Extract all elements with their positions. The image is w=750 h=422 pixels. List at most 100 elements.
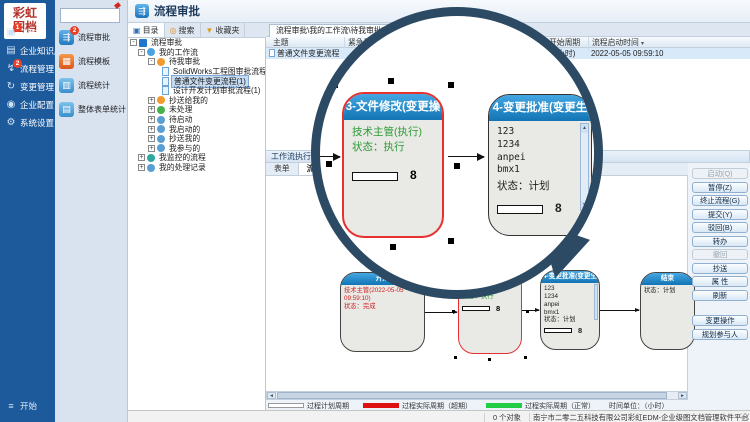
column-subject[interactable]: 主题 bbox=[270, 37, 289, 48]
folder-icon bbox=[157, 135, 165, 143]
start-button[interactable]: ≡ 开始 bbox=[0, 400, 55, 412]
module-item-approval[interactable]: ⇶2 流程审批 bbox=[59, 27, 127, 47]
folder-icon bbox=[147, 164, 155, 172]
folder-icon bbox=[157, 96, 165, 104]
magnified-node-file-modify[interactable]: 3-文件修改(变更操 技术主管(执行) 状态：执行 8 bbox=[342, 92, 444, 238]
node-status: 状态：计划 bbox=[644, 287, 691, 295]
terminate-flow-button[interactable]: 终止流程(G) bbox=[692, 195, 748, 206]
expand-icon[interactable]: + bbox=[148, 106, 155, 113]
resize-grip-icon[interactable] bbox=[741, 413, 749, 421]
expand-icon[interactable]: + bbox=[138, 154, 145, 161]
search-icon: ◎ bbox=[170, 26, 177, 35]
withdraw-button[interactable]: 撤回 bbox=[692, 249, 748, 260]
selection-handle[interactable] bbox=[448, 82, 454, 88]
node-end[interactable]: 结束 状态：计划 bbox=[640, 272, 695, 350]
selection-handle[interactable] bbox=[526, 310, 529, 313]
collapse-icon[interactable]: - bbox=[130, 39, 137, 46]
expand-icon[interactable]: + bbox=[148, 126, 155, 133]
tab-directory[interactable]: ▣目录 bbox=[128, 23, 165, 37]
start-icon: ≡ bbox=[5, 400, 17, 412]
selection-handle[interactable] bbox=[454, 163, 460, 169]
column-start-time[interactable]: 流程启动时间 ▾ bbox=[588, 37, 644, 50]
workbench-icon: ▣1 bbox=[5, 27, 17, 39]
tree-item-cc-to-me[interactable]: + 抄送给我的 bbox=[128, 96, 265, 106]
badge: 1 bbox=[13, 23, 22, 32]
scroll-up-icon[interactable]: ▲ bbox=[581, 124, 588, 133]
node-status: 状态：执行 bbox=[352, 140, 434, 155]
node-assignee: 技术主管(执行) bbox=[352, 125, 434, 140]
expand-icon[interactable]: + bbox=[148, 135, 155, 142]
module-item-form-stats[interactable]: ▤ 整体表单统计 bbox=[59, 99, 127, 119]
sidebar-item-knowledge[interactable]: ▤ 企业知识库 bbox=[0, 42, 55, 59]
node-count: 8 bbox=[578, 326, 582, 335]
folder-icon bbox=[157, 144, 165, 152]
selection-handle[interactable] bbox=[454, 356, 457, 359]
collapse-icon[interactable]: - bbox=[148, 58, 155, 65]
magnified-node-change-approve[interactable]: 4-变更批准(变更生 123 1234 anpei bmx1 状态：计划 8 ▲… bbox=[488, 94, 592, 236]
status-company-text: 南宁市二零二五科技有限公司彩虹EDM-企业级图文档管理软件平台 当前用户:技术主… bbox=[533, 413, 750, 422]
selection-handle[interactable] bbox=[488, 358, 491, 361]
progress-bar bbox=[497, 205, 543, 214]
tab-favorites[interactable]: ▼收藏夹 bbox=[201, 23, 246, 37]
tree-item-my-records[interactable]: + 我的处理记录 bbox=[128, 163, 265, 173]
collapse-icon[interactable]: - bbox=[138, 49, 145, 56]
selection-handle[interactable] bbox=[452, 310, 455, 313]
workflow-icon bbox=[147, 48, 155, 56]
legend-overdue-swatch bbox=[363, 403, 399, 408]
sidebar-item-workbench[interactable]: ▣1 工作台 bbox=[0, 24, 55, 41]
sidebar-item-config[interactable]: ◉ 企业配置 bbox=[0, 96, 55, 113]
selection-handle[interactable] bbox=[390, 244, 396, 250]
tab-form[interactable]: 表单 bbox=[266, 163, 299, 175]
change-operation-button[interactable]: 变更操作 bbox=[692, 315, 748, 326]
plan-participants-button[interactable]: 规划参与人 bbox=[692, 329, 748, 340]
start-flow-button[interactable]: 启动(Q) bbox=[692, 168, 748, 179]
node-scrollbar[interactable] bbox=[594, 284, 598, 320]
expand-icon[interactable]: + bbox=[138, 164, 145, 171]
selection-handle[interactable] bbox=[448, 238, 454, 244]
sort-desc-icon: ▾ bbox=[641, 41, 644, 47]
connector-arrow bbox=[600, 310, 639, 311]
badge: 2 bbox=[70, 26, 79, 35]
selection-handle[interactable] bbox=[332, 82, 338, 88]
transfer-button[interactable]: 转办 bbox=[692, 236, 748, 247]
scroll-down-icon[interactable]: ▼ bbox=[581, 201, 588, 210]
root-icon bbox=[139, 39, 147, 47]
submit-button[interactable]: 提交(Y) bbox=[692, 209, 748, 220]
process-tree: - 流程审批 - 我的工作流 - 待我审批 SolidWorks工程图审批流程(… bbox=[128, 38, 266, 410]
refresh-button[interactable]: 刷新 bbox=[692, 290, 748, 301]
horizontal-scrollbar[interactable]: ◄ ► bbox=[266, 391, 688, 400]
stats-icon: ▥ bbox=[59, 78, 74, 93]
settings-icon: ⚙ bbox=[5, 117, 17, 129]
expand-icon[interactable]: + bbox=[148, 97, 155, 104]
object-count: 0 个对象 bbox=[484, 413, 530, 422]
scroll-left-icon[interactable]: ◄ bbox=[267, 392, 276, 399]
module-search-input[interactable] bbox=[60, 8, 120, 23]
sidebar-item-process[interactable]: ↯2 流程管理 bbox=[0, 60, 55, 77]
panel-icon: ⇶ bbox=[135, 4, 149, 18]
selection-handle[interactable] bbox=[524, 356, 527, 359]
folder-icon bbox=[157, 58, 165, 66]
scroll-right-icon[interactable]: ► bbox=[678, 392, 687, 399]
folder-icon bbox=[157, 106, 165, 114]
template-icon: ▦ bbox=[59, 54, 74, 69]
magnifier-circle: 3-文件修改(变更操 技术主管(执行) 状态：执行 8 4-变更批准(变更生 1… bbox=[311, 7, 603, 299]
tab-search[interactable]: ◎搜索 bbox=[165, 23, 201, 37]
module-item-stats[interactable]: ▥ 流程统计 bbox=[59, 75, 127, 95]
pause-button[interactable]: 暂停(Z) bbox=[692, 182, 748, 193]
selection-handle[interactable] bbox=[332, 238, 338, 244]
sidebar-item-settings[interactable]: ⚙ 系统设置 bbox=[0, 114, 55, 131]
selection-handle[interactable] bbox=[388, 78, 394, 84]
properties-button[interactable]: 属 性 bbox=[692, 276, 748, 287]
sidebar-item-change[interactable]: ↻ 变更管理 bbox=[0, 78, 55, 95]
node-change-approve[interactable]: 4-变更批准(变更生 123 1234 anpei bmx1 状态：计划 8 bbox=[540, 270, 600, 350]
cc-button[interactable]: 抄送 bbox=[692, 263, 748, 274]
reject-button[interactable]: 驳回(B) bbox=[692, 222, 748, 233]
expand-icon[interactable]: + bbox=[148, 116, 155, 123]
scroll-thumb[interactable] bbox=[277, 392, 667, 399]
expand-icon[interactable]: + bbox=[148, 145, 155, 152]
module-item-template[interactable]: ▦ 流程模板 bbox=[59, 51, 127, 71]
tree-item-unprocessed[interactable]: + 未处理 bbox=[128, 105, 265, 115]
favorites-icon: ▼ bbox=[206, 26, 214, 35]
selection-handle[interactable] bbox=[326, 161, 332, 167]
node-scrollbar[interactable]: ▲ ▼ bbox=[580, 123, 589, 211]
